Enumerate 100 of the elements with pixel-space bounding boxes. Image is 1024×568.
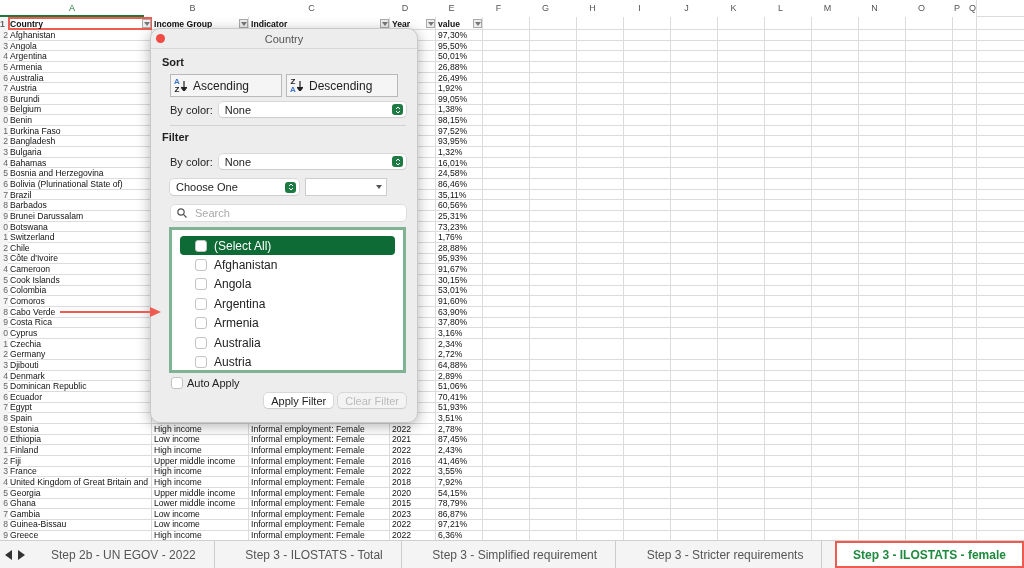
table-cell-text: 2022 [391,519,413,531]
filter-button[interactable] [426,19,435,28]
list-item[interactable]: Angola [180,274,395,295]
column-header[interactable]: G [522,0,569,17]
column-header[interactable]: L [757,0,804,17]
table-cell-text: Finland [9,445,40,456]
table-cell-text: Costa Rica [9,317,54,328]
row-number: 8 [0,306,8,318]
row-number: 7 [0,83,8,94]
table-cell-text: Switzerland [9,232,56,243]
column-header[interactable]: N [851,0,898,17]
row-number: 6 [0,178,8,190]
row-number: 4 [0,51,8,62]
sort-ascending-button[interactable]: A Z Ascending [170,74,282,97]
sheet-tab[interactable]: Step 3 - Stricter requirements [628,541,823,568]
column-header[interactable]: D [382,0,428,17]
header-label: Year [392,17,411,30]
table-cell-text: 2,72% [437,349,464,360]
row-number: 8 [0,413,8,424]
table-cell-text: Cyprus [9,327,39,339]
row-number: 8 [0,93,8,105]
table-cell-text: Spain [9,413,33,424]
table-cell-text: 3,55% [437,466,464,477]
table-cell-text: 50,01% [437,51,469,62]
dialog-title: Country [264,32,304,45]
condition-dropdown[interactable]: Choose One [170,179,299,195]
checkbox[interactable] [195,297,207,310]
checkbox[interactable] [195,317,207,330]
table-cell-text: 86,87% [437,508,469,520]
column-header[interactable]: I [616,0,663,17]
list-item[interactable]: (Select All) [180,236,395,256]
table-cell-text: Germany [9,349,47,360]
row-number: 8 [0,200,8,211]
table-cell-text: 2015 [391,498,413,509]
table-cell-text: Informal employment: Female [250,476,366,488]
checkbox[interactable] [171,377,183,389]
row-number: 3 [0,253,8,265]
table-cell-text: 2,43% [437,445,464,456]
row-number: 7 [0,189,8,201]
column-header[interactable]: A [0,0,144,17]
column-header[interactable]: H [569,0,616,17]
field-label: By color: [170,103,213,116]
column-header[interactable]: P [945,0,969,17]
table-cell-text: Ethiopia [9,434,43,445]
table-cell-text: Brazil [9,189,33,201]
sheet-tab[interactable]: Step 2b - UN EGOV - 2022 [33,541,215,568]
table-cell-text: 6,36% [437,530,464,540]
list-item[interactable]: Afghanistan [180,255,395,275]
list-item[interactable]: Argentina [180,294,395,314]
row-number: 4 [0,476,8,488]
color-dropdown[interactable]: None [218,102,406,117]
list-item[interactable]: Armenia [180,313,395,333]
checkbox[interactable] [195,278,207,291]
table-cell-text: Informal employment: Female [250,455,366,467]
sheet-tab[interactable]: Step 3 - ILOSTATS - Total [227,541,402,568]
table-cell-text: Czechia [9,338,43,350]
table-cell-text: Guinea-Bissau [9,519,68,531]
column-header[interactable]: F [475,0,522,17]
column-header[interactable]: J [663,0,710,17]
stepper-icon [287,183,294,191]
checkbox[interactable] [195,259,207,272]
checkbox[interactable] [195,356,207,369]
table-cell-text: Cabo Verde [9,306,57,318]
filter-button[interactable] [473,19,482,28]
search-field[interactable]: Search [171,205,406,221]
table-cell-text: Burkina Faso [9,125,62,137]
table-cell-text: Afghanistan [9,30,57,41]
list-item[interactable]: Austria [180,352,395,372]
close-button[interactable] [156,34,165,43]
table-cell-text: 7,92% [437,476,464,488]
table-cell-text: 93,95% [437,136,469,148]
table-cell-text: Informal employment: Female [250,445,366,456]
row-number: 2 [0,30,8,41]
column-header[interactable]: C [241,0,382,17]
table-cell-text: 1,92% [437,83,464,94]
sort-descending-button[interactable]: Z A Descending [286,74,398,97]
sheet-tab[interactable]: Step 3 - Simplified requirement [414,541,617,568]
checkbox[interactable] [195,336,207,349]
row-number: 3 [0,359,8,371]
next-sheet-icon[interactable] [18,549,25,560]
column-header[interactable]: E [428,0,475,17]
color-dropdown[interactable]: None [218,154,406,169]
column-header[interactable]: M [804,0,851,17]
table-cell-text: 97,30% [437,30,469,41]
checkbox[interactable] [195,239,207,252]
table-cell-text: 97,21% [437,519,469,531]
table-cell-text: Dominican Republic [9,381,88,392]
row-number: 1 [0,232,8,243]
filter-button[interactable] [142,19,151,28]
table-cell-text: Comoros [9,296,46,307]
column-header[interactable]: O [898,0,945,17]
column-header[interactable]: B [144,0,241,17]
list-item[interactable]: Australia [180,332,395,353]
previous-sheet-icon[interactable] [5,549,12,560]
sheet-tab[interactable]: Step 3 - ILOSTATS - female [835,541,1024,568]
value-combo-box[interactable] [305,178,387,196]
table-cell-text: Benin [9,115,33,126]
column-header[interactable]: K [710,0,757,17]
row-number: 9 [0,423,8,435]
filter-action-button[interactable]: Apply Filter [264,393,334,408]
